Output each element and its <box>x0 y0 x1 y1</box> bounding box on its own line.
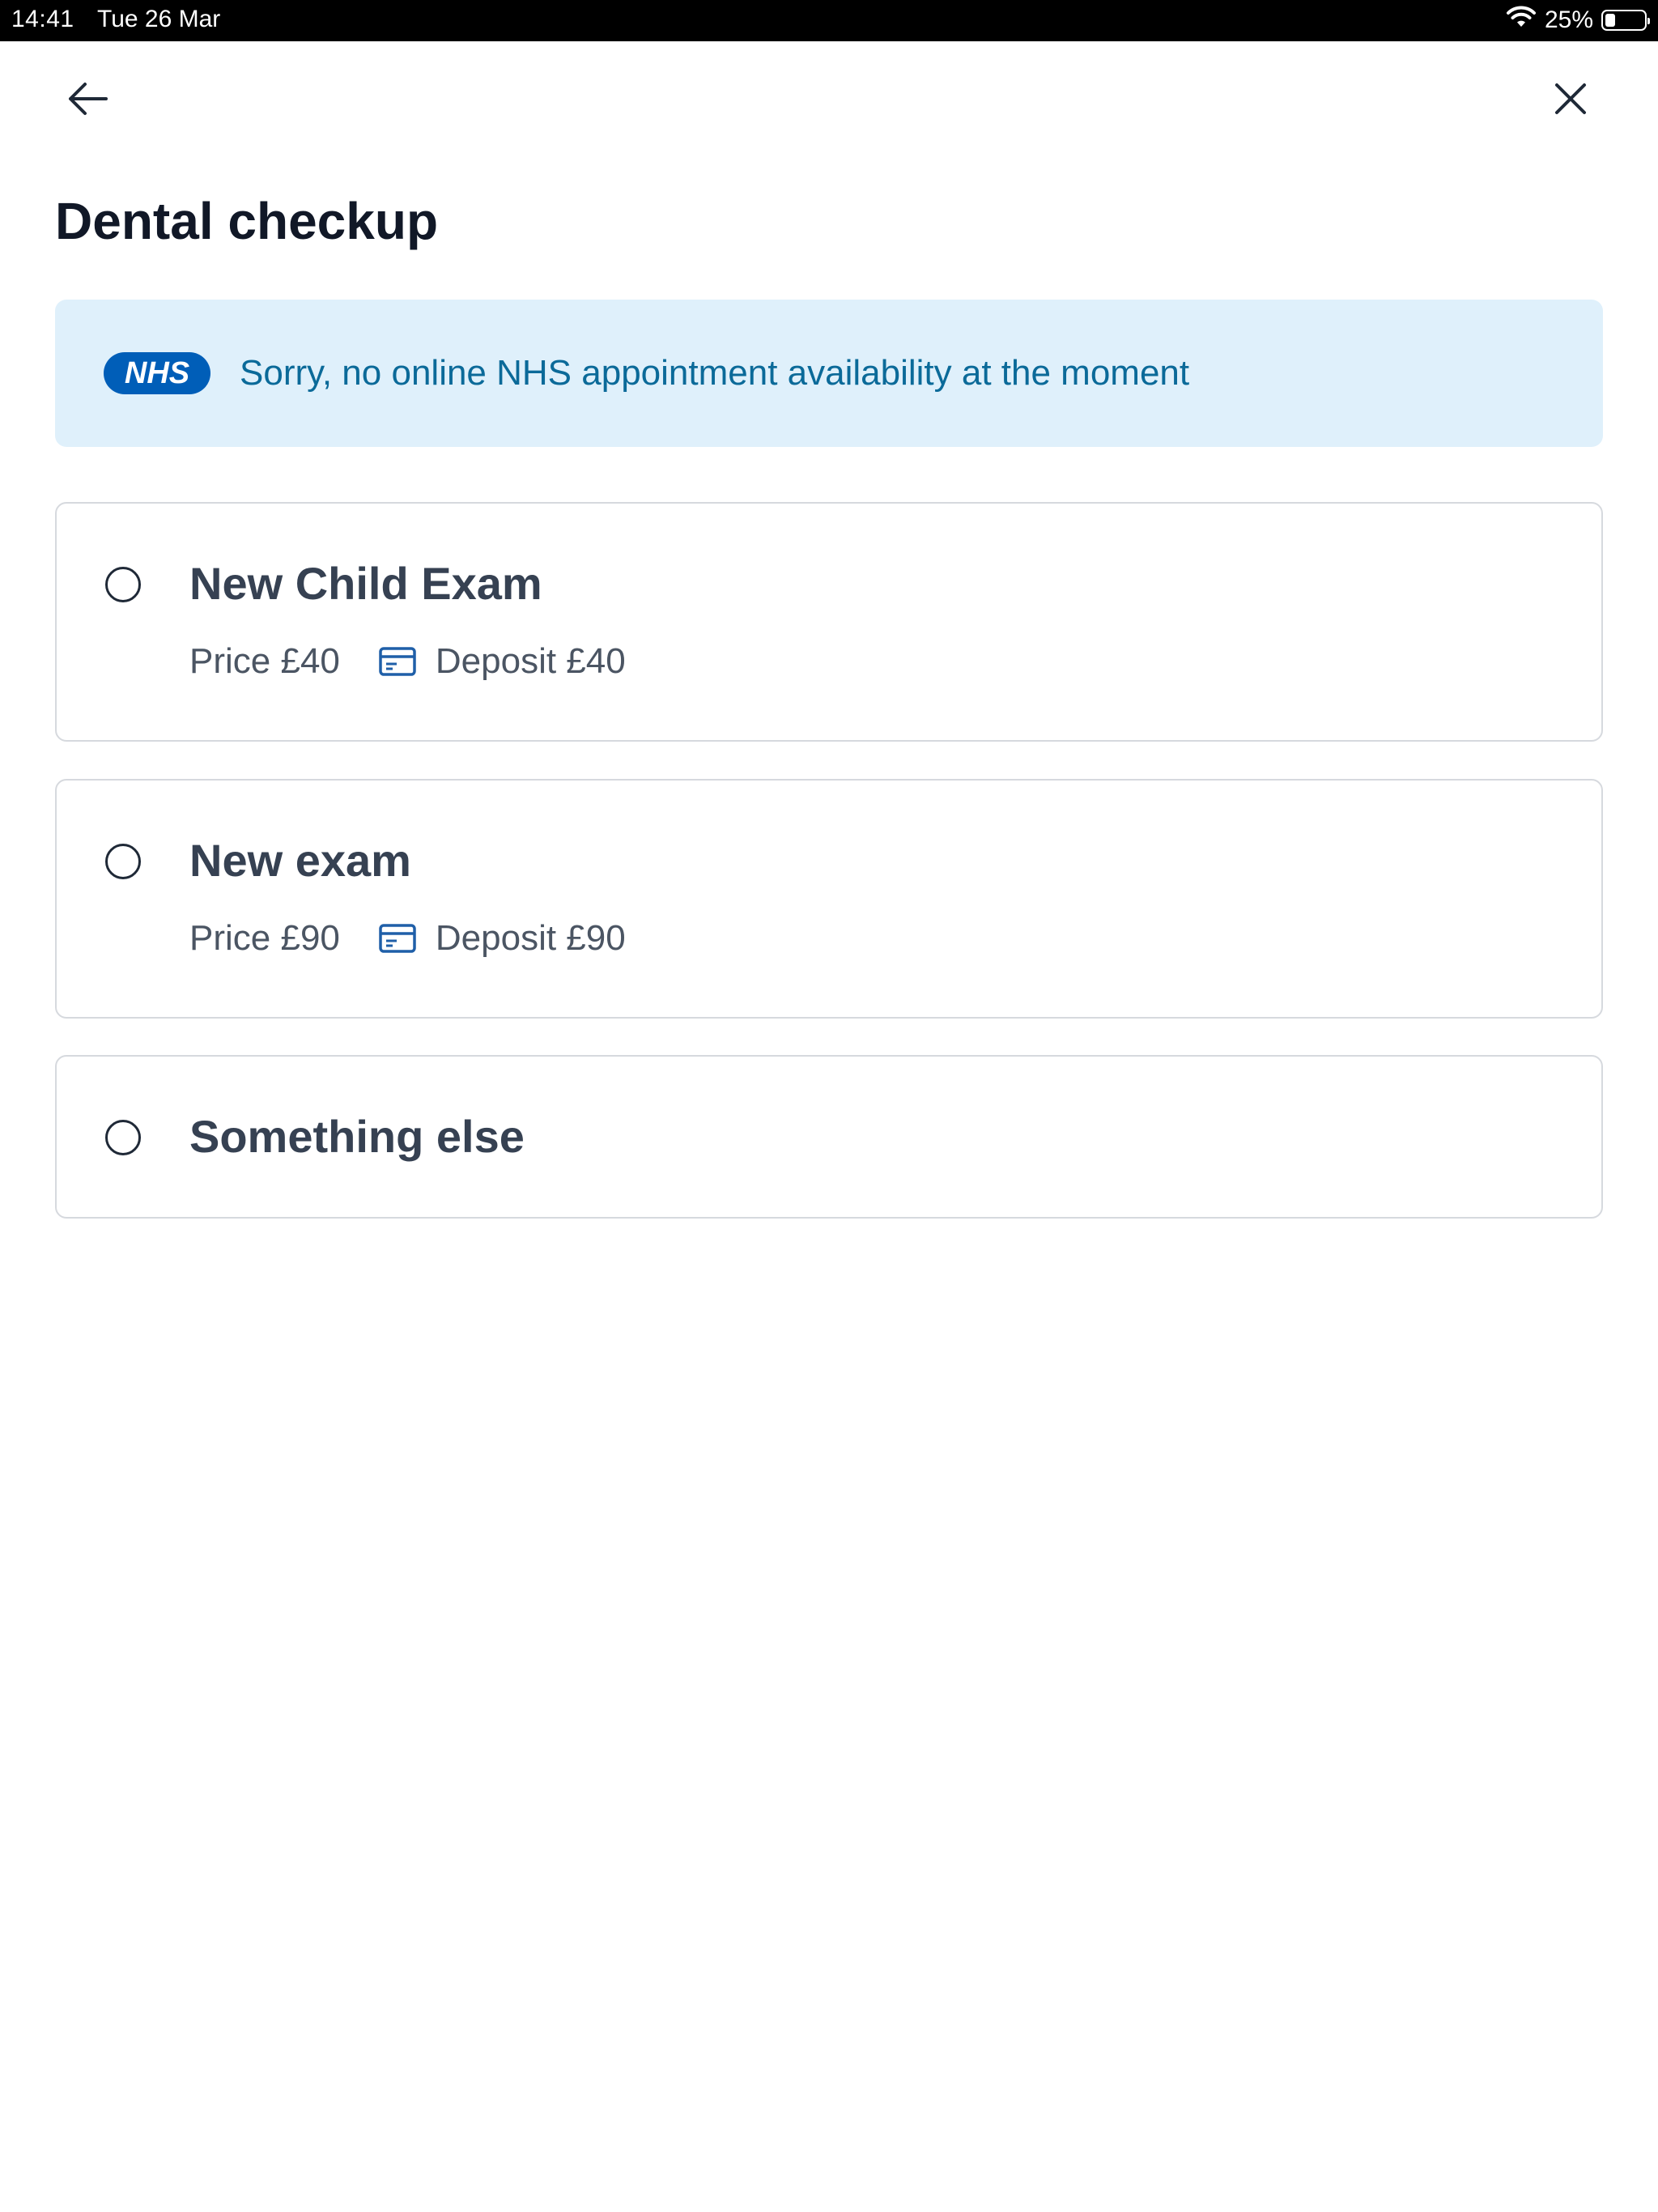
close-icon <box>1554 82 1588 120</box>
option-meta: Price £90 Deposit £90 <box>189 918 626 959</box>
battery-level <box>1605 14 1615 27</box>
nhs-banner-message: Sorry, no online NHS appointment availab… <box>240 353 1190 393</box>
battery-percent: 25% <box>1544 6 1593 33</box>
option-deposit: Deposit £40 <box>435 641 626 681</box>
radio-button[interactable] <box>105 844 141 879</box>
page-title: Dental checkup <box>55 192 439 250</box>
status-date: Tue 26 Mar <box>97 6 221 32</box>
option-title: New exam <box>189 835 411 886</box>
option-title: Something else <box>189 1111 525 1162</box>
option-deposit: Deposit £90 <box>435 918 626 958</box>
back-button[interactable] <box>55 68 120 133</box>
option-card-something-else[interactable]: Something else <box>55 1055 1603 1219</box>
close-button[interactable] <box>1538 68 1603 133</box>
radio-button[interactable] <box>105 1120 141 1155</box>
option-card-new-child-exam[interactable]: New Child Exam Price £40 Deposit £40 <box>55 502 1603 742</box>
wifi-icon <box>1506 6 1537 35</box>
option-meta: Price £40 Deposit £40 <box>189 641 626 682</box>
nhs-logo: NHS <box>104 352 210 394</box>
option-price: Price £90 <box>189 918 340 958</box>
status-bar: 14:41 Tue 26 Mar 25% <box>0 0 1658 41</box>
battery-icon <box>1601 10 1650 31</box>
status-time: 14:41 <box>11 6 74 32</box>
status-indicators: 25% <box>1506 6 1650 35</box>
credit-card-icon <box>379 647 416 676</box>
credit-card-icon <box>379 924 416 953</box>
nhs-availability-banner: NHS Sorry, no online NHS appointment ava… <box>55 300 1603 447</box>
option-card-new-exam[interactable]: New exam Price £90 Deposit £90 <box>55 779 1603 1019</box>
arrow-left-icon <box>66 81 109 121</box>
option-title: New Child Exam <box>189 558 542 609</box>
radio-button[interactable] <box>105 567 141 602</box>
option-price: Price £40 <box>189 641 340 681</box>
